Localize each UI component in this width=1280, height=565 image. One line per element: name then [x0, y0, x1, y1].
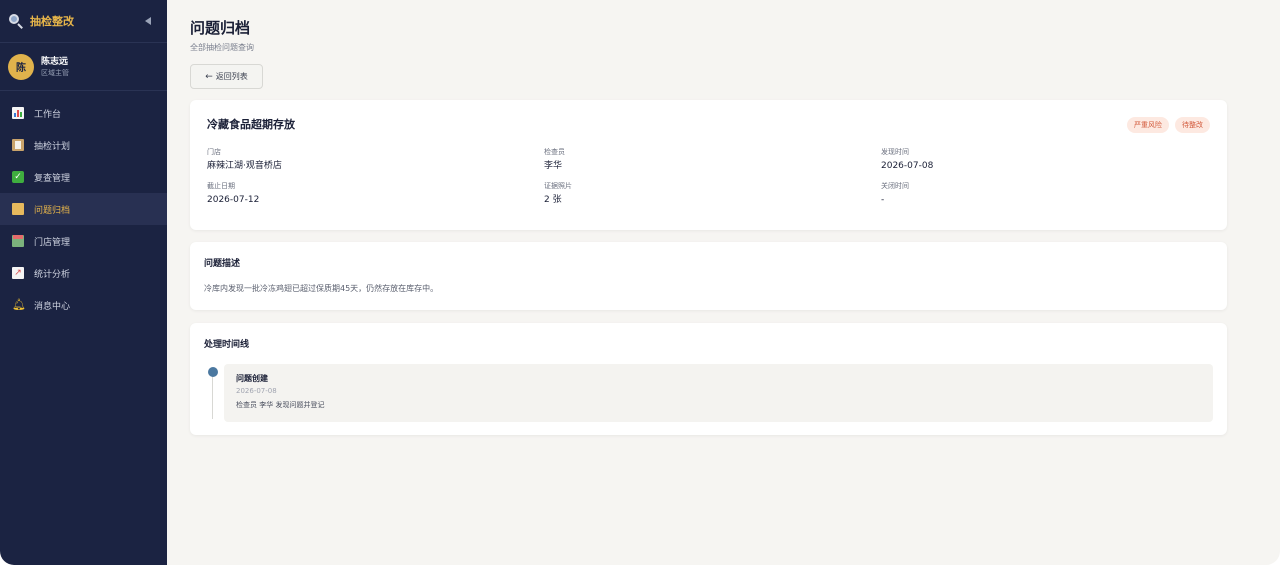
info-label: 门店: [207, 148, 221, 156]
sidebar: 抽检整改 陈 陈志远 区域主管 工作台 抽检计划 ✓ 复查管理 问题归档 门店管…: [0, 0, 167, 565]
collapse-sidebar-icon[interactable]: [145, 17, 151, 25]
sidebar-item-recheck[interactable]: ✓ 复查管理: [0, 161, 167, 193]
timeline-line: [212, 374, 213, 419]
sidebar-nav: 工作台 抽检计划 ✓ 复查管理 问题归档 门店管理 ↗ 统计分析 🔔︎ 消息中心: [0, 91, 167, 321]
sidebar-item-label: 工作台: [34, 109, 62, 120]
section-title: 问题描述: [204, 259, 241, 269]
store-icon: [12, 235, 24, 247]
user-profile: 陈 陈志远 区域主管: [0, 43, 167, 91]
info-inspector: 检查员 李华: [544, 147, 881, 172]
user-name: 陈志远: [41, 56, 69, 67]
event-title: 问题创建: [236, 374, 268, 383]
severity-badge: 严重风险: [1127, 117, 1169, 133]
info-label: 证据照片: [544, 182, 572, 190]
info-label: 关闭时间: [881, 182, 909, 190]
back-button-label: 返回列表: [215, 72, 248, 81]
sidebar-item-label: 抽检计划: [34, 141, 71, 152]
info-label: 发现时间: [881, 148, 909, 156]
info-value: -: [881, 195, 885, 205]
section-title: 处理时间线: [204, 340, 250, 350]
info-label: 截止日期: [207, 182, 235, 190]
timeline-card: 处理时间线 问题创建 2026-07-08 检查员 李华 发现问题并登记: [190, 323, 1227, 435]
magnifier-icon: [8, 13, 24, 29]
sidebar-item-stats[interactable]: ↗ 统计分析: [0, 257, 167, 289]
sidebar-item-stores[interactable]: 门店管理: [0, 225, 167, 257]
timeline-event: 问题创建 2026-07-08 检查员 李华 发现问题并登记: [224, 364, 1213, 422]
chart-icon: [12, 107, 24, 119]
sidebar-item-label: 复查管理: [34, 173, 71, 184]
check-icon: ✓: [12, 171, 24, 183]
clipboard-icon: [12, 139, 24, 151]
sidebar-brand: 抽检整改: [0, 0, 167, 43]
back-to-list-button[interactable]: ← 返回列表: [190, 64, 263, 89]
description-text: 冷库内发现一批冷冻鸡翅已超过保质期45天，仍然存放在库存中。: [204, 284, 439, 293]
info-value: 李华: [544, 161, 563, 171]
avatar: 陈: [8, 53, 34, 80]
issue-detail-card: 冷藏食品超期存放 严重风险 待整改 门店 麻辣江湖·观音桥店 检查员 李华 发现…: [190, 100, 1227, 230]
issue-badges: 严重风险 待整改: [1127, 117, 1210, 133]
arrow-left-icon: ←: [205, 71, 213, 82]
timeline-dot: [208, 367, 218, 377]
sidebar-item-label: 统计分析: [34, 269, 71, 280]
sidebar-item-label: 问题归档: [34, 205, 71, 216]
sidebar-item-plan[interactable]: 抽检计划: [0, 129, 167, 161]
info-value: 2026-07-08: [881, 161, 934, 171]
sidebar-item-label: 消息中心: [34, 301, 71, 312]
app-title: 抽检整改: [30, 15, 74, 28]
info-close-time: 关闭时间 -: [881, 181, 1210, 206]
info-label: 检查员: [544, 148, 565, 156]
page-subtitle: 全部抽检问题查询: [190, 43, 254, 52]
info-value: 2026-07-12: [207, 195, 260, 205]
issue-info-grid: 门店 麻辣江湖·观音桥店 检查员 李华 发现时间 2026-07-08 截止日期…: [207, 147, 1210, 206]
timeline: 问题创建 2026-07-08 检查员 李华 发现问题并登记: [204, 364, 1213, 422]
sidebar-item-archive[interactable]: 问题归档: [0, 193, 167, 225]
app-window: 抽检整改 陈 陈志远 区域主管 工作台 抽检计划 ✓ 复查管理 问题归档 门店管…: [0, 0, 1280, 565]
info-store: 门店 麻辣江湖·观音桥店: [207, 147, 544, 172]
event-text: 检查员 李华 发现问题并登记: [236, 401, 325, 409]
sidebar-item-workbench[interactable]: 工作台: [0, 97, 167, 129]
page-title: 问题归档: [190, 19, 251, 37]
folder-icon: [12, 203, 24, 215]
issue-title: 冷藏食品超期存放: [207, 118, 295, 131]
main-content: 问题归档 全部抽检问题查询 ← 返回列表 冷藏食品超期存放 严重风险 待整改 门…: [167, 0, 1280, 565]
event-date: 2026-07-08: [236, 387, 277, 395]
info-deadline: 截止日期 2026-07-12: [207, 181, 544, 206]
sidebar-item-label: 门店管理: [34, 237, 71, 248]
trend-icon: ↗: [12, 267, 24, 279]
bell-icon: 🔔︎: [12, 298, 26, 311]
sidebar-item-messages[interactable]: 🔔︎ 消息中心: [0, 289, 167, 321]
info-evidence-photos: 证据照片 2 张: [544, 181, 881, 206]
issue-description-card: 问题描述 冷库内发现一批冷冻鸡翅已超过保质期45天，仍然存放在库存中。: [190, 242, 1227, 310]
status-badge: 待整改: [1175, 117, 1210, 133]
info-value: 麻辣江湖·观音桥店: [207, 161, 282, 171]
info-found-time: 发现时间 2026-07-08: [881, 147, 1210, 172]
user-role: 区域主管: [41, 68, 69, 77]
info-value: 2 张: [544, 195, 562, 205]
